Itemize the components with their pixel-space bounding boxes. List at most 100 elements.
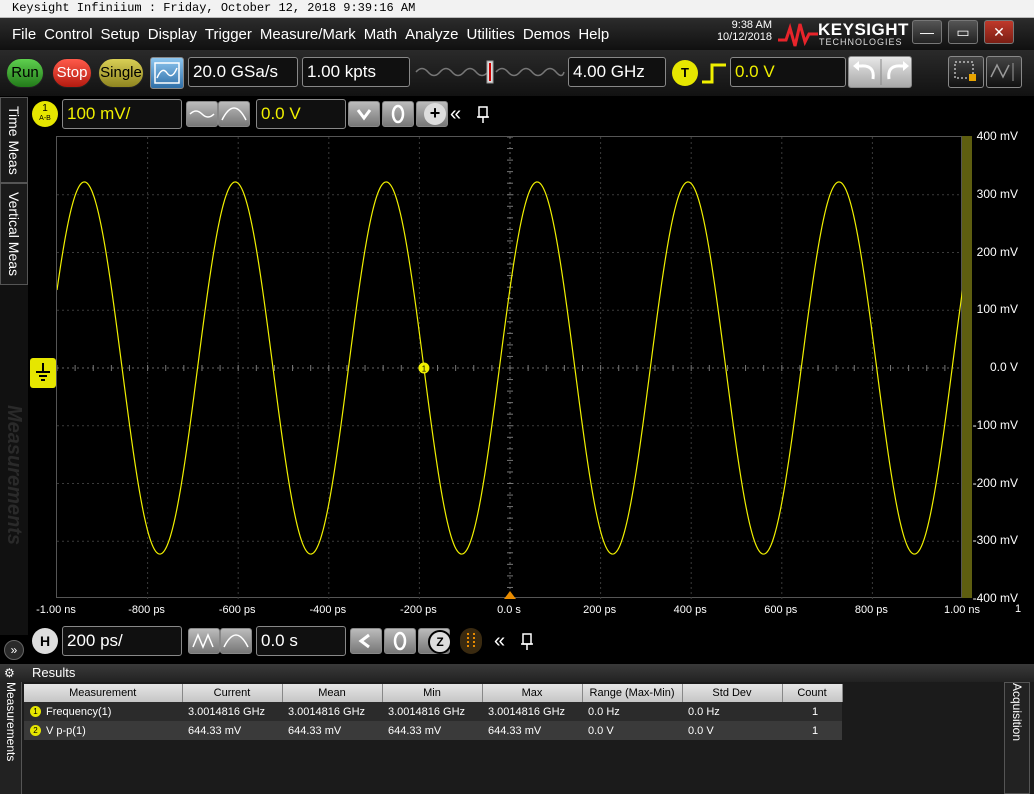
horizontal-position-field[interactable]: 0.0 s xyxy=(256,626,346,656)
undo-icon[interactable] xyxy=(853,61,875,80)
results-cell: 1 Frequency(1) xyxy=(24,702,182,721)
table-row[interactable]: 1 Frequency(1) 3.0014816 GHz 3.0014816 GHz 3… xyxy=(24,702,842,721)
results-title: Results xyxy=(32,665,76,680)
x-tick-label: 600 ps xyxy=(764,604,798,616)
results-settings-icon[interactable]: ⚙ xyxy=(4,666,20,680)
menu-item-measure-mark[interactable]: Measure/Mark xyxy=(260,26,356,43)
bandwidth-slider[interactable] xyxy=(414,57,566,87)
zoom-box-icon xyxy=(954,61,976,81)
memory-depth-field[interactable]: 1.00 kpts xyxy=(302,57,410,87)
time-expand-icon xyxy=(223,634,249,648)
results-column-header[interactable]: Count xyxy=(782,684,843,702)
pin-button[interactable] xyxy=(474,101,492,127)
close-button[interactable]: ✕ xyxy=(984,20,1014,44)
zoom-box-button[interactable] xyxy=(948,56,984,88)
results-table: Measurement Current Mean Min Max Range (Max-M… xyxy=(24,684,843,740)
zero-icon xyxy=(393,631,407,651)
time-scale-down-button[interactable] xyxy=(188,628,220,654)
position-zero-button[interactable] xyxy=(384,628,416,654)
zoom-button[interactable]: Z xyxy=(428,630,452,654)
x-tick-label: -800 ps xyxy=(128,604,165,616)
channel-1-ground-marker[interactable] xyxy=(30,358,56,388)
position-left-button[interactable] xyxy=(350,628,382,654)
measure-tool-button[interactable] xyxy=(986,56,1022,88)
results-cell: 1 xyxy=(782,702,842,721)
menu-item-file[interactable]: File xyxy=(12,26,36,43)
menu-item-math[interactable]: Math xyxy=(364,26,397,43)
collapse-chevrons-icon[interactable]: « xyxy=(494,628,514,654)
waveform-display[interactable]: 1 xyxy=(56,136,963,599)
results-header: Results xyxy=(0,664,1034,682)
channel-scale-field[interactable]: 100 mV/ xyxy=(62,99,182,129)
autoscale-icon xyxy=(154,62,180,84)
trigger-badge[interactable]: T xyxy=(672,60,698,86)
stop-button[interactable]: Stop xyxy=(52,58,92,88)
sample-rate-field[interactable]: 20.0 GSa/s xyxy=(188,57,298,87)
side-panel: Measurements xyxy=(0,285,28,635)
trigger-level-field[interactable]: 0.0 V xyxy=(730,57,846,87)
maximize-button[interactable]: ▭ xyxy=(948,20,978,44)
results-cell: 2 V p-p(1) xyxy=(24,721,182,740)
redo-icon[interactable] xyxy=(887,61,909,80)
x-tick-label: 800 ps xyxy=(854,604,888,616)
y-tick-label: 300 mV xyxy=(976,186,1018,201)
tab-acquisition[interactable]: Acquisition xyxy=(1004,682,1030,794)
channel-scale-up-button[interactable] xyxy=(218,101,250,127)
bandwidth-wave-icon xyxy=(415,60,565,84)
results-column-header[interactable]: Measurement xyxy=(24,684,183,702)
keysight-wave-icon xyxy=(778,22,818,47)
offset-down-button[interactable] xyxy=(348,101,380,127)
menu-item-trigger[interactable]: Trigger xyxy=(205,26,252,43)
menu-item-utilities[interactable]: Utilities xyxy=(466,26,514,43)
results-panel: Results ⚙ Measurements Measurement Curren… xyxy=(0,664,1034,794)
y-tick-label: 0.0 V xyxy=(989,360,1018,374)
pin-button[interactable] xyxy=(518,628,536,654)
add-channel-button[interactable]: + xyxy=(424,103,446,125)
x-axis-extra-label: 1 xyxy=(1015,603,1022,615)
y-tick-label: -300 mV xyxy=(972,533,1018,548)
logo-sub: TECHNOLOGIES xyxy=(819,37,903,47)
channel-offset-field[interactable]: 0.0 V xyxy=(256,99,346,129)
results-cell: 644.33 mV xyxy=(182,721,282,740)
tab-measurements-bottom[interactable]: Measurements xyxy=(0,682,22,794)
wave-expand-icon xyxy=(221,107,247,121)
expand-panel-button[interactable]: » xyxy=(4,640,24,660)
menu-item-help[interactable]: Help xyxy=(578,26,609,43)
y-tick-label: 400 mV xyxy=(976,129,1018,143)
results-column-header[interactable]: Min xyxy=(382,684,483,702)
results-column-header[interactable]: Std Dev xyxy=(682,684,783,702)
x-tick-label: 200 ps xyxy=(583,604,617,616)
delay-marker-button[interactable] xyxy=(460,628,482,654)
menu-item-display[interactable]: Display xyxy=(148,26,197,43)
results-cell: 0.0 Hz xyxy=(682,702,782,721)
offset-zero-button[interactable] xyxy=(382,101,414,127)
channel-1-badge[interactable]: 1 A-B xyxy=(32,101,58,127)
single-button[interactable]: Single xyxy=(98,58,144,88)
tab-vertical-meas[interactable]: Vertical Meas xyxy=(0,183,28,285)
autoscale-button[interactable] xyxy=(150,57,184,89)
measurement-name: Frequency(1) xyxy=(46,705,112,718)
collapse-chevrons-icon[interactable]: « xyxy=(450,101,470,127)
menu-item-analyze[interactable]: Analyze xyxy=(405,26,458,43)
bandwidth-field[interactable]: 4.00 GHz xyxy=(568,57,666,87)
minimize-button[interactable]: — xyxy=(912,20,942,44)
results-cell: 0.0 V xyxy=(582,721,682,740)
menu-item-setup[interactable]: Setup xyxy=(101,26,140,43)
horizontal-badge[interactable]: H xyxy=(32,628,58,654)
channel-scale-down-button[interactable] xyxy=(186,101,218,127)
menu-item-control[interactable]: Control xyxy=(44,26,92,43)
time-scale-up-button[interactable] xyxy=(220,628,252,654)
run-button[interactable]: Run xyxy=(6,58,44,88)
table-row[interactable]: 2V p-p(1) 644.33 mV 644.33 mV 644.33 mV 644.… xyxy=(24,721,842,740)
trigger-edge-button[interactable] xyxy=(700,60,728,86)
horizontal-scale-field[interactable]: 200 ps/ xyxy=(62,626,182,656)
results-column-header[interactable]: Mean xyxy=(282,684,383,702)
channel-1-number: 1 xyxy=(42,103,48,114)
results-column-header[interactable]: Max xyxy=(482,684,583,702)
tab-time-meas[interactable]: Time Meas xyxy=(0,97,28,183)
menu-item-demos[interactable]: Demos xyxy=(523,26,571,43)
results-column-header[interactable]: Range (Max-Min) xyxy=(582,684,683,702)
y-tick-label: -400 mV xyxy=(972,591,1018,605)
menu-list: File Control Setup Display Trigger Measure/Ma… xyxy=(0,26,617,43)
results-column-header[interactable]: Current xyxy=(182,684,283,702)
